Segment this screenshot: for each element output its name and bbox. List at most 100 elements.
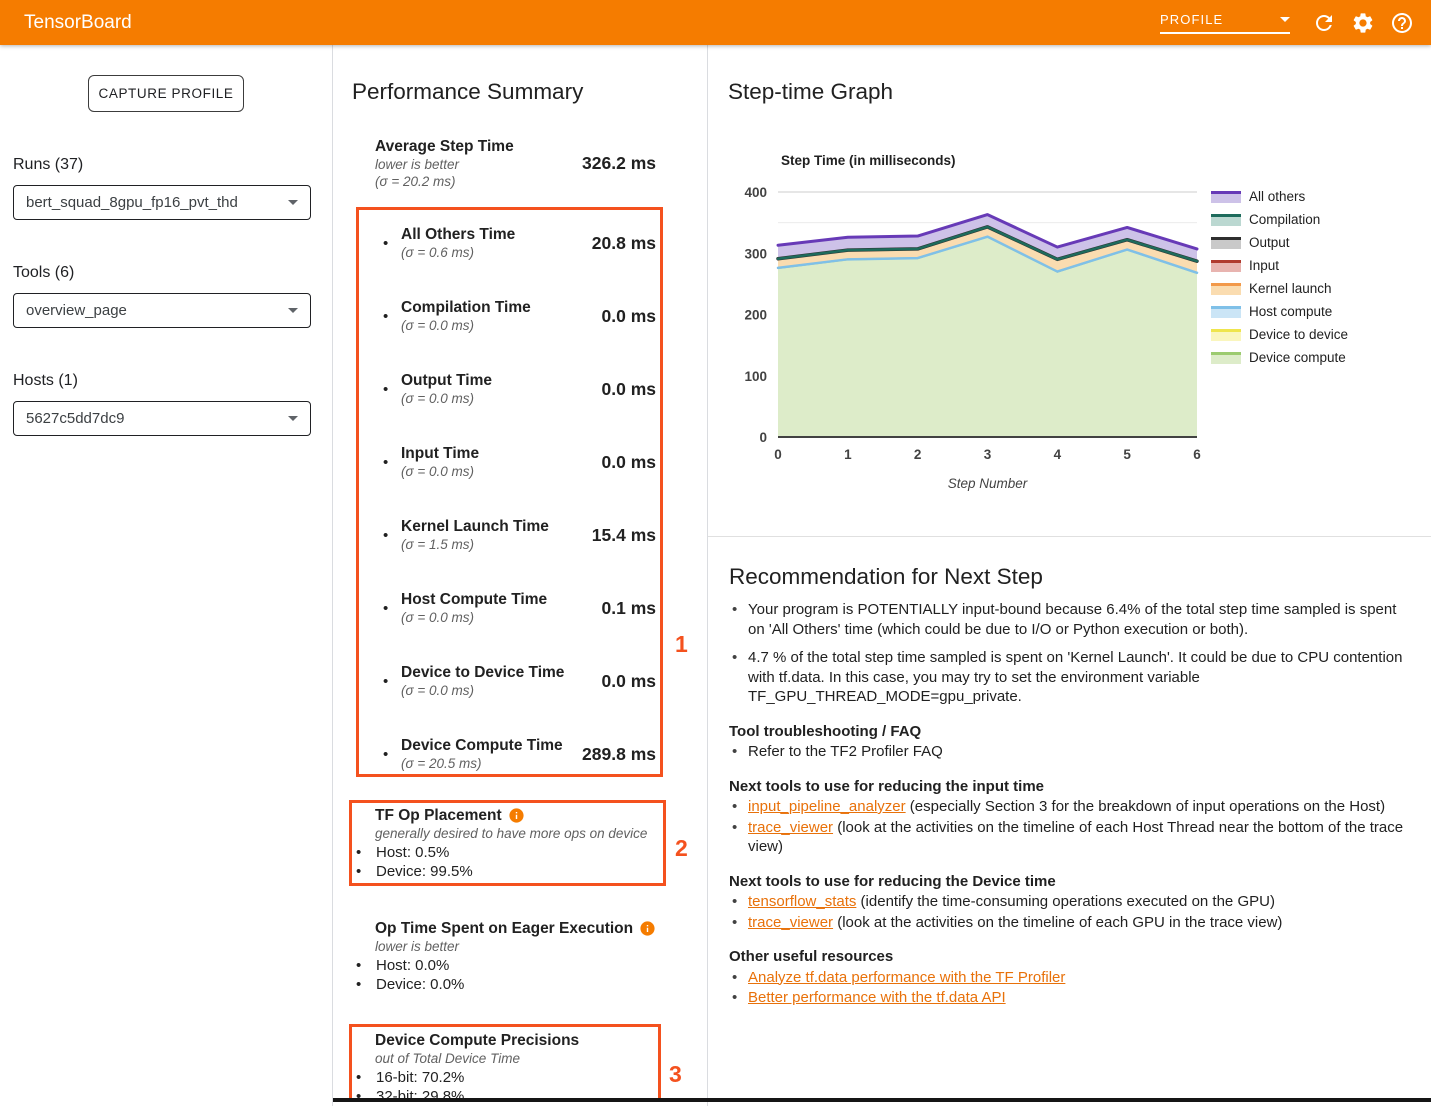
legend-label: Input — [1249, 258, 1279, 273]
recommendation-bullet: trace_viewer (look at the activities on … — [729, 913, 1405, 933]
eager-execution-title: Op Time Spent on Eager Execution — [375, 919, 633, 938]
svg-text:300: 300 — [744, 246, 767, 261]
summary-item: •Device to Device Time(σ = 0.0 ms)0.0 ms — [352, 663, 656, 699]
summary-item-value: 0.1 ms — [602, 598, 656, 619]
step-time-panel: Step-time Graph 01002003004000123456Step… — [708, 45, 1431, 1106]
legend-label: Host compute — [1249, 304, 1332, 319]
summary-item-label: Input Time — [401, 444, 479, 463]
info-icon[interactable] — [639, 920, 656, 937]
average-step-time-value: 326.2 ms — [582, 153, 656, 174]
tools-select[interactable]: overview_page — [13, 293, 311, 328]
app-header: TensorBoard PROFILE — [0, 0, 1431, 45]
sidebar: CAPTURE PROFILE Runs (37) bert_squad_8gp… — [0, 45, 333, 1106]
refresh-button[interactable] — [1304, 3, 1343, 43]
metric-line: Device: 99.5% — [356, 862, 664, 881]
recommendation-bullet: trace_viewer (look at the activities on … — [729, 818, 1405, 857]
average-step-time-note: lower is better — [375, 156, 514, 173]
summary-item: •Input Time(σ = 0.0 ms)0.0 ms — [352, 444, 656, 480]
tf-op-placement-note: generally desired to have more ops on de… — [352, 825, 664, 842]
compute-precisions-block: Device Compute Precisions out of Total D… — [352, 1031, 664, 1106]
legend-item: Device compute — [1211, 350, 1348, 365]
legend-swatch — [1211, 260, 1241, 272]
bullet-icon: • — [383, 600, 401, 617]
bullet-icon: • — [383, 527, 401, 544]
bullet-icon: • — [383, 746, 401, 763]
summary-item-label: Device Compute Time — [401, 736, 563, 755]
svg-text:400: 400 — [744, 185, 767, 200]
header-actions: PROFILE — [1160, 3, 1421, 43]
legend-item: All others — [1211, 189, 1348, 204]
summary-items-list: •All Others Time(σ = 0.6 ms)20.8 ms •Comp… — [352, 225, 707, 772]
performance-summary-title: Performance Summary — [352, 78, 707, 106]
metric-line: Host: 0.5% — [356, 843, 664, 862]
recommendation-link[interactable]: Better performance with the tf.data API — [748, 989, 1006, 1006]
bullet-icon: • — [383, 673, 401, 690]
svg-text:2: 2 — [914, 447, 922, 462]
recommendation-bullet: tensorflow_stats (identify the time-cons… — [729, 892, 1405, 912]
summary-item-sigma: (σ = 0.0 ms) — [401, 463, 479, 480]
tools-select-value: overview_page — [26, 302, 127, 319]
bottom-section-edge — [333, 1098, 1431, 1102]
summary-item-value: 0.0 ms — [602, 671, 656, 692]
chart-legend: All othersCompilationOutputInputKernel l… — [1211, 189, 1348, 373]
legend-swatch — [1211, 283, 1241, 295]
recommendation-link[interactable]: input_pipeline_analyzer — [748, 798, 906, 815]
summary-item-label: All Others Time — [401, 225, 515, 244]
recommendation-link[interactable]: trace_viewer — [748, 914, 833, 931]
svg-text:5: 5 — [1123, 447, 1131, 462]
runs-select[interactable]: bert_squad_8gpu_fp16_pvt_thd — [13, 185, 311, 220]
legend-label: Device compute — [1249, 350, 1346, 365]
chevron-down-icon — [1280, 17, 1290, 22]
metric-line: Device: 0.0% — [356, 975, 664, 994]
summary-item: •Compilation Time(σ = 0.0 ms)0.0 ms — [352, 298, 656, 334]
recommendation-link[interactable]: trace_viewer — [748, 819, 833, 836]
summary-item-sigma: (σ = 0.0 ms) — [401, 682, 564, 699]
legend-item: Input — [1211, 258, 1348, 273]
hosts-select[interactable]: 5627c5dd7dc9 — [13, 401, 311, 436]
average-step-time-label: Average Step Time — [375, 137, 514, 156]
recommendation-title: Recommendation for Next Step — [729, 563, 1405, 591]
annotation-label-1: 1 — [675, 631, 688, 658]
legend-item: Host compute — [1211, 304, 1348, 319]
summary-item: •Host Compute Time(σ = 0.0 ms) 0.1 ms — [352, 590, 656, 626]
recommendation-link[interactable]: Analyze tf.data performance with the TF … — [748, 969, 1065, 986]
compute-precisions-note: out of Total Device Time — [352, 1050, 664, 1067]
dashboard-selector-value: PROFILE — [1160, 12, 1223, 27]
capture-profile-button[interactable]: CAPTURE PROFILE — [88, 75, 244, 112]
svg-text:100: 100 — [744, 369, 767, 384]
average-step-time-row: Average Step Time lower is better (σ = 2… — [352, 137, 656, 190]
svg-text:0: 0 — [759, 430, 767, 445]
recommendation-bullet: input_pipeline_analyzer (especially Sect… — [729, 797, 1405, 817]
summary-item-sigma: (σ = 0.0 ms) — [401, 609, 547, 626]
summary-item-value: 0.0 ms — [602, 452, 656, 473]
chevron-down-icon — [288, 308, 298, 313]
summary-item-label: Output Time — [401, 371, 492, 390]
summary-item: •All Others Time(σ = 0.6 ms)20.8 ms — [352, 225, 656, 261]
recommendation-bullet: Refer to the TF2 Profiler FAQ — [729, 742, 1405, 762]
svg-text:3: 3 — [984, 447, 992, 462]
eager-execution-note: lower is better — [352, 938, 664, 955]
legend-item: Compilation — [1211, 212, 1348, 227]
svg-text:4: 4 — [1054, 447, 1062, 462]
summary-item-value: 20.8 ms — [592, 233, 656, 254]
legend-label: Compilation — [1249, 212, 1320, 227]
recommendation-link[interactable]: tensorflow_stats — [748, 893, 856, 910]
compute-precisions-title: Device Compute Precisions — [375, 1031, 579, 1050]
svg-text:0: 0 — [774, 447, 782, 462]
step-time-graph-title: Step-time Graph — [728, 78, 1431, 106]
recommendation-body: Your program is POTENTIALLY input-bound … — [729, 600, 1405, 1008]
summary-item: •Output Time(σ = 0.0 ms)0.0 ms — [352, 371, 656, 407]
recommendation-subheading: Tool troubleshooting / FAQ — [729, 722, 1405, 742]
svg-text:200: 200 — [744, 308, 767, 323]
summary-item-label: Host Compute Time — [401, 590, 547, 609]
recommendation-subheading: Other useful resources — [729, 947, 1405, 967]
recommendation-subsection: Next tools to use for reducing the Devic… — [729, 872, 1405, 933]
help-button[interactable] — [1382, 3, 1421, 43]
dashboard-selector[interactable]: PROFILE — [1160, 12, 1290, 34]
legend-label: Kernel launch — [1249, 281, 1332, 296]
legend-swatch — [1211, 329, 1241, 341]
average-step-time-sigma: (σ = 20.2 ms) — [375, 173, 514, 190]
legend-swatch — [1211, 352, 1241, 364]
info-icon[interactable] — [508, 807, 525, 824]
settings-button[interactable] — [1343, 3, 1382, 43]
